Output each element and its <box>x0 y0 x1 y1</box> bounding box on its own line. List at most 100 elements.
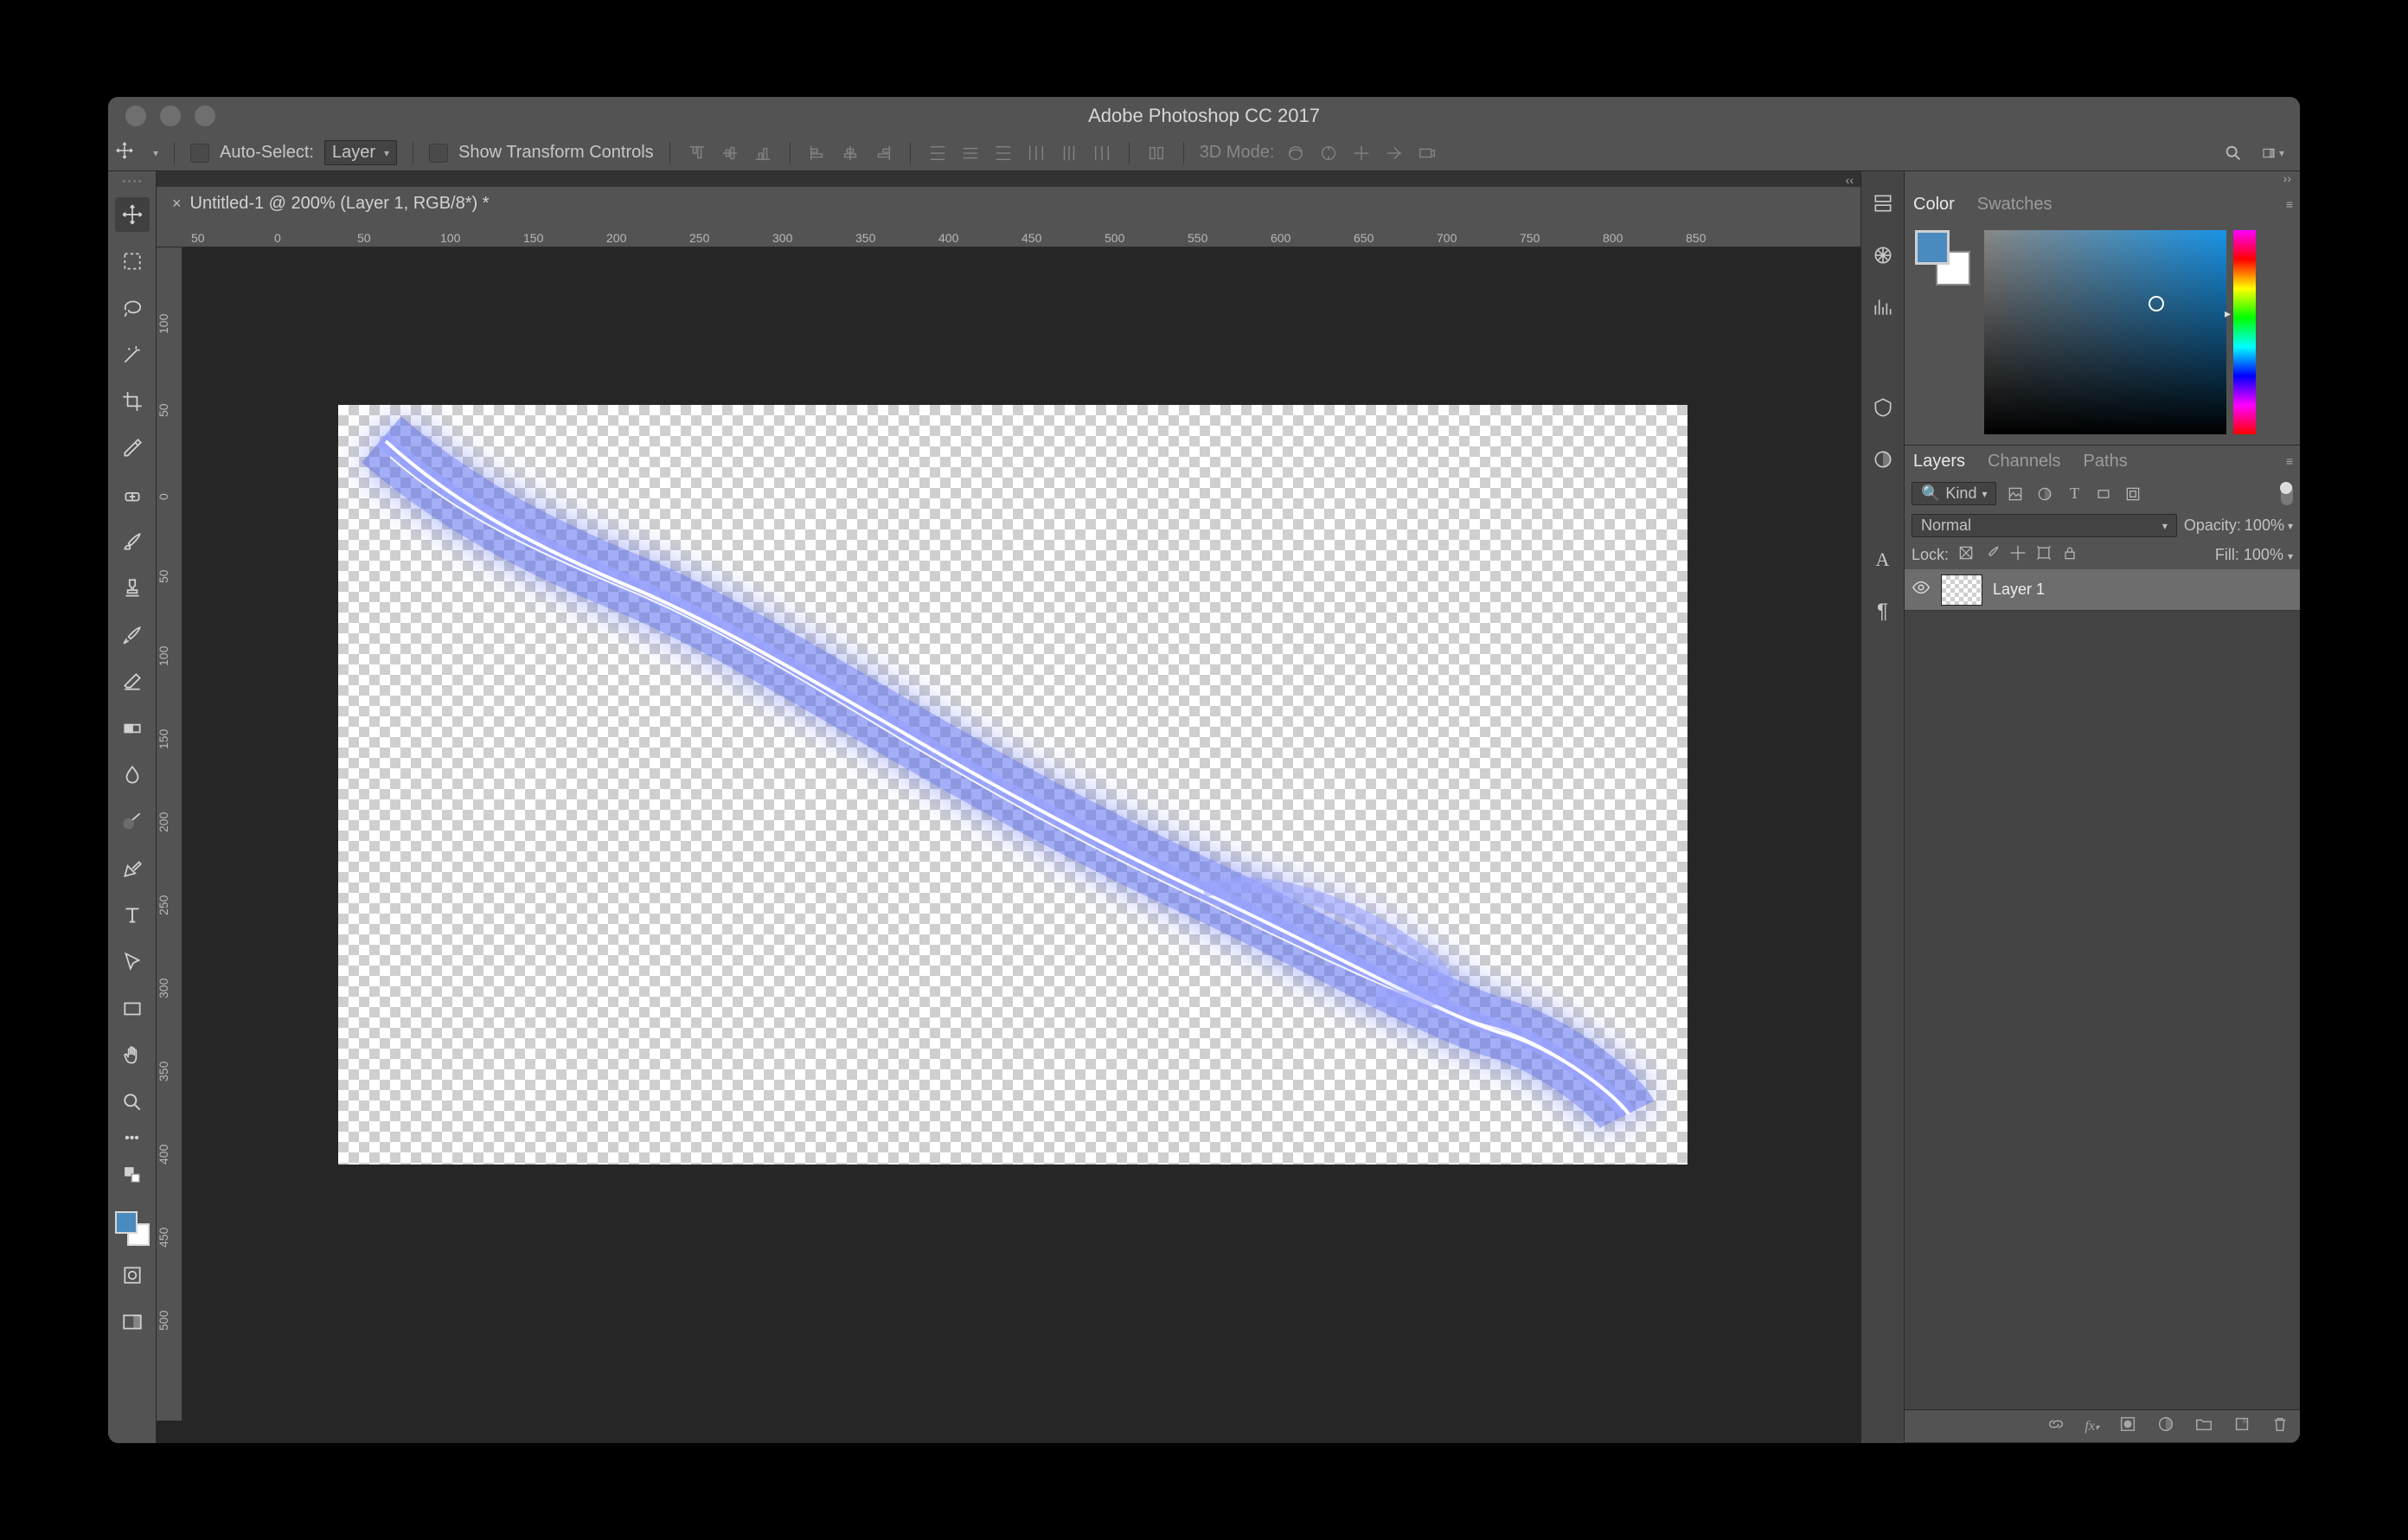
3d-orbit-icon[interactable] <box>1284 142 1307 164</box>
canvas[interactable] <box>183 247 1860 1421</box>
document-tab[interactable]: × Untitled-1 @ 200% (Layer 1, RGB/8*) * <box>163 190 498 217</box>
lock-pixels-icon[interactable] <box>1983 544 2001 566</box>
auto-align-icon[interactable] <box>1145 142 1168 164</box>
blend-mode-select[interactable]: Normal▾ <box>1912 514 2177 537</box>
color-tab[interactable]: Color <box>1912 191 1956 218</box>
layer-thumbnail[interactable] <box>1941 574 1982 606</box>
ruler-vertical[interactable]: 10050050100150200250300350400450500 <box>157 247 183 1421</box>
tool-preset-dropdown[interactable]: ▾ <box>153 147 158 159</box>
history-brush-tool[interactable] <box>115 618 150 652</box>
layer-name[interactable]: Layer 1 <box>1993 581 2045 599</box>
search-icon[interactable] <box>2222 142 2245 164</box>
3d-pan-icon[interactable] <box>1350 142 1373 164</box>
screenmode-tool-icon[interactable] <box>115 1305 150 1339</box>
panel-collapse-left[interactable]: ‹‹ <box>157 171 1860 187</box>
crop-tool[interactable] <box>115 384 150 419</box>
eyedropper-tool[interactable] <box>115 431 150 465</box>
align-hcenter-icon[interactable] <box>839 142 861 164</box>
color-cursor[interactable] <box>2149 296 2164 311</box>
auto-select-checkbox[interactable] <box>190 144 209 163</box>
layer-filter-select[interactable]: 🔍Kind▾ <box>1912 482 1996 505</box>
toolbox-handle[interactable] <box>119 180 145 185</box>
lasso-tool[interactable] <box>115 291 150 325</box>
hue-strip[interactable]: ▸ <box>2233 230 2256 434</box>
maximize-window-button[interactable] <box>195 106 215 126</box>
lock-transparent-icon[interactable] <box>1957 544 1975 566</box>
pen-tool[interactable] <box>115 851 150 886</box>
new-group-icon[interactable] <box>2194 1415 2213 1438</box>
close-window-button[interactable] <box>125 106 146 126</box>
show-transform-checkbox[interactable] <box>429 144 448 163</box>
ruler-horizontal[interactable]: 5005010015020025030035040045050055060065… <box>157 220 1860 247</box>
minimize-window-button[interactable] <box>160 106 181 126</box>
layers-panel-menu-icon[interactable]: ≡ <box>2286 454 2293 468</box>
new-layer-icon[interactable] <box>2232 1415 2251 1438</box>
swatches-tab[interactable]: Swatches <box>1976 191 2054 218</box>
dist-left-icon[interactable] <box>1025 142 1047 164</box>
quickmask-icon[interactable] <box>115 1258 150 1293</box>
histogram-panel-icon[interactable] <box>1868 292 1898 322</box>
adjustment-layer-icon[interactable] <box>2156 1415 2175 1438</box>
auto-select-target-select[interactable]: Layer▾ <box>324 140 397 165</box>
align-top-icon[interactable] <box>686 142 708 164</box>
lock-position-icon[interactable] <box>2009 544 2027 566</box>
foreground-color-swatch[interactable] <box>115 1211 138 1234</box>
dist-top-icon[interactable] <box>926 142 949 164</box>
3d-slide-icon[interactable] <box>1383 142 1406 164</box>
gradient-tool[interactable] <box>115 711 150 746</box>
fg-bg-swatch[interactable] <box>115 1211 150 1246</box>
rectangle-tool[interactable] <box>115 991 150 1026</box>
color-fg-bg-swatch[interactable] <box>1915 230 1970 286</box>
filter-shape-icon[interactable] <box>2093 484 2114 504</box>
layer-mask-icon[interactable] <box>2118 1415 2137 1438</box>
panel-foreground-swatch[interactable] <box>1915 230 1950 265</box>
close-tab-icon[interactable]: × <box>172 195 182 213</box>
move-tool[interactable] <box>115 197 150 232</box>
opacity-control[interactable]: Opacity: 100% ▾ <box>2184 517 2293 535</box>
align-vcenter-icon[interactable] <box>719 142 741 164</box>
edit-toolbar-icon[interactable]: ••• <box>115 1132 150 1145</box>
align-left-icon[interactable] <box>806 142 829 164</box>
dist-hcenter-icon[interactable] <box>1058 142 1080 164</box>
layer-row[interactable]: Layer 1 <box>1905 569 2300 611</box>
collapse-panels-icon[interactable]: ›› <box>1905 171 2300 189</box>
layer-filter-toggle[interactable] <box>2281 483 2293 505</box>
3d-roll-icon[interactable] <box>1317 142 1340 164</box>
brush-tool[interactable] <box>115 524 150 559</box>
delete-layer-icon[interactable] <box>2270 1415 2290 1438</box>
history-panel-icon[interactable] <box>1868 189 1898 218</box>
magic-wand-tool[interactable] <box>115 337 150 372</box>
character-panel-icon[interactable]: A <box>1868 545 1898 574</box>
layers-tab[interactable]: Layers <box>1912 448 1967 475</box>
align-bottom-icon[interactable] <box>752 142 774 164</box>
stamp-tool[interactable] <box>115 571 150 606</box>
filter-smart-icon[interactable] <box>2123 484 2143 504</box>
paragraph-panel-icon[interactable]: ¶ <box>1868 597 1898 626</box>
screenmode-icon[interactable]: ▾ <box>2262 142 2284 164</box>
paths-tab[interactable]: Paths <box>2082 448 2129 475</box>
type-tool[interactable] <box>115 898 150 933</box>
align-right-icon[interactable] <box>872 142 894 164</box>
dist-right-icon[interactable] <box>1091 142 1113 164</box>
dist-vcenter-icon[interactable] <box>959 142 982 164</box>
color-panel-menu-icon[interactable]: ≡ <box>2286 197 2293 211</box>
layer-style-icon[interactable]: fx▾ <box>2085 1419 2099 1434</box>
layer-visibility-icon[interactable] <box>1912 578 1931 601</box>
navigator-panel-icon[interactable] <box>1868 241 1898 270</box>
adjustments-panel-icon[interactable] <box>1868 445 1898 474</box>
blur-tool[interactable] <box>115 758 150 792</box>
fill-control[interactable]: Fill: 100% ▾ <box>2215 546 2293 564</box>
3d-camera-icon[interactable] <box>1416 142 1438 164</box>
color-field[interactable] <box>1984 230 2226 434</box>
default-fg-bg-icon[interactable] <box>115 1158 150 1192</box>
channels-tab[interactable]: Channels <box>1986 448 2063 475</box>
link-layers-icon[interactable] <box>2046 1415 2065 1438</box>
hand-tool[interactable] <box>115 1038 150 1073</box>
dodge-tool[interactable] <box>115 805 150 839</box>
filter-adjust-icon[interactable] <box>2034 484 2055 504</box>
healing-tool[interactable] <box>115 478 150 512</box>
lock-artboard-icon[interactable] <box>2035 544 2053 566</box>
libraries-panel-icon[interactable] <box>1868 393 1898 422</box>
marquee-tool[interactable] <box>115 244 150 279</box>
lock-all-icon[interactable] <box>2061 544 2078 566</box>
